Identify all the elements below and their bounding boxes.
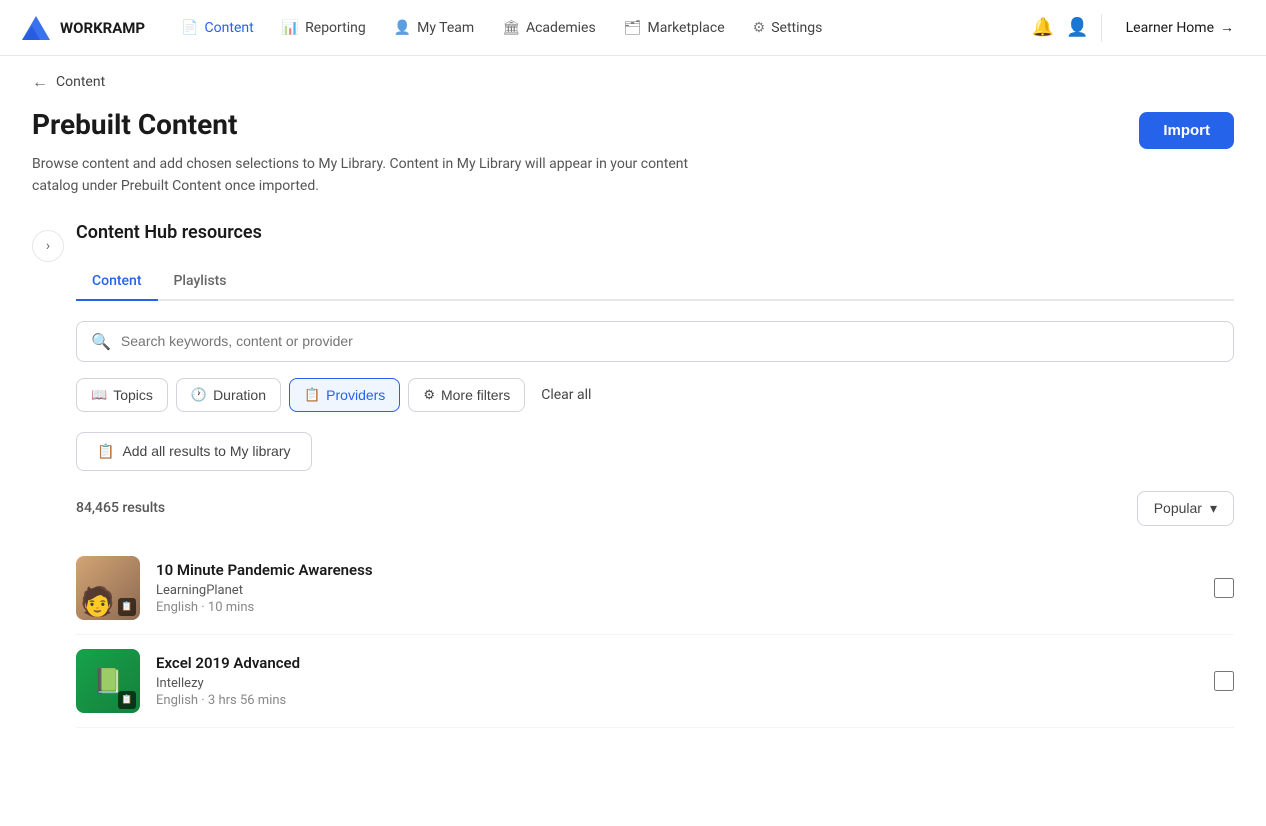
learner-home-arrow-icon: → [1220, 19, 1234, 36]
app-name: WORKRAMP [60, 19, 145, 37]
nav-right: 🔔 👤 Learner Home → [1032, 13, 1246, 42]
topics-icon: 📖 [91, 387, 107, 403]
content-panel: › Content Hub resources Content Playlist… [32, 222, 1234, 728]
content-language: English [156, 693, 198, 708]
nav-item-academies[interactable]: 🏛 Academies [490, 14, 608, 42]
content-meta: English · 3 hrs 56 mins [156, 693, 1198, 708]
learner-home-link[interactable]: Learner Home → [1114, 13, 1246, 42]
filter-duration-label: Duration [213, 387, 266, 403]
content-language: English [156, 600, 198, 615]
filter-providers-label: Providers [326, 387, 385, 403]
results-count: 84,465 results [76, 500, 165, 516]
content-thumbnail: 🧑 📋 [76, 556, 140, 620]
results-header: 84,465 results Popular ▾ [76, 491, 1234, 526]
nav-item-my-team[interactable]: 👤 My Team [382, 14, 486, 42]
content-info: Excel 2019 Advanced Intellezy English · … [156, 654, 1198, 708]
main-content: Prebuilt Content Browse content and add … [0, 108, 1266, 760]
add-all-button[interactable]: 📋 Add all results to My library [76, 432, 312, 471]
sidebar-toggle-button[interactable]: › [32, 230, 64, 262]
sort-chevron-icon: ▾ [1210, 500, 1217, 517]
thumb-overlay-icon: 📋 [118, 598, 136, 616]
nav-item-content-label: Content [205, 20, 254, 36]
settings-icon: ⚙ [753, 20, 766, 36]
content-icon: 📄 [181, 20, 198, 36]
content-provider: Intellezy [156, 676, 1198, 691]
logo[interactable]: WORKRAMP [20, 12, 145, 44]
academies-icon: 🏛 [502, 20, 520, 36]
content-thumbnail: 📗 📋 [76, 649, 140, 713]
content-title[interactable]: Excel 2019 Advanced [156, 654, 1198, 672]
nav-item-academies-label: Academies [526, 20, 596, 36]
filter-topics-button[interactable]: 📖 Topics [76, 378, 168, 412]
duration-icon: 🕐 [191, 387, 207, 403]
content-duration: 3 hrs 56 mins [208, 693, 286, 708]
content-duration: 10 mins [208, 600, 254, 615]
thumb-person-image: 🧑 [80, 585, 115, 618]
page-header: Prebuilt Content Browse content and add … [32, 108, 1234, 198]
breadcrumb-back-button[interactable]: ← [32, 72, 48, 92]
section-title: Content Hub resources [76, 222, 1234, 243]
navbar: WORKRAMP 📄 Content 📊 Reporting 👤 My Team… [0, 0, 1266, 56]
add-all-icon: 📋 [97, 443, 114, 460]
page-title: Prebuilt Content [32, 108, 692, 141]
import-button[interactable]: Import [1139, 112, 1234, 149]
more-filters-icon: ⚙ [423, 387, 435, 403]
marketplace-icon: 🗂 [624, 20, 642, 36]
content-title[interactable]: 10 Minute Pandemic Awareness [156, 561, 1198, 579]
tabs: Content Playlists [76, 263, 1234, 301]
providers-icon: 📋 [304, 387, 320, 403]
filters-bar: 📖 Topics 🕐 Duration 📋 Providers ⚙ More f… [76, 378, 1234, 412]
nav-item-my-team-label: My Team [417, 20, 474, 36]
nav-items: 📄 Content 📊 Reporting 👤 My Team 🏛 Academ… [169, 14, 1024, 42]
nav-item-content[interactable]: 📄 Content [169, 14, 266, 42]
nav-divider [1101, 14, 1102, 42]
clear-all-button[interactable]: Clear all [537, 379, 595, 411]
learner-home-label: Learner Home [1126, 20, 1214, 36]
list-item: 📗 📋 Excel 2019 Advanced Intellezy Englis… [76, 635, 1234, 728]
content-item-checkbox[interactable] [1214, 578, 1234, 598]
filter-providers-button[interactable]: 📋 Providers [289, 378, 400, 412]
content-provider: LearningPlanet [156, 583, 1198, 598]
nav-item-reporting-label: Reporting [305, 20, 366, 36]
page-description: Browse content and add chosen selections… [32, 153, 692, 198]
sort-button[interactable]: Popular ▾ [1137, 491, 1234, 526]
nav-item-settings-label: Settings [771, 20, 822, 36]
nav-item-settings[interactable]: ⚙ Settings [741, 14, 835, 42]
filter-duration-button[interactable]: 🕐 Duration [176, 378, 281, 412]
nav-item-marketplace[interactable]: 🗂 Marketplace [612, 14, 737, 42]
search-icon: 🔍 [91, 332, 111, 351]
reporting-icon: 📊 [282, 20, 299, 36]
filter-topics-label: Topics [113, 387, 153, 403]
tab-playlists[interactable]: Playlists [158, 263, 243, 301]
breadcrumb: ← Content [0, 56, 1266, 108]
tab-content[interactable]: Content [76, 263, 158, 301]
search-input[interactable] [121, 333, 1219, 349]
filter-more-button[interactable]: ⚙ More filters [408, 378, 525, 412]
filter-more-label: More filters [441, 387, 510, 403]
sort-label: Popular [1154, 500, 1202, 516]
meta-separator: · [201, 693, 208, 708]
add-all-label: Add all results to My library [122, 443, 290, 459]
breadcrumb-content-link[interactable]: Content [56, 74, 105, 90]
list-item: 🧑 📋 10 Minute Pandemic Awareness Learnin… [76, 542, 1234, 635]
user-profile-icon[interactable]: 👤 [1066, 17, 1088, 38]
nav-item-reporting[interactable]: 📊 Reporting [270, 14, 378, 42]
content-list: 🧑 📋 10 Minute Pandemic Awareness Learnin… [76, 542, 1234, 728]
content-item-checkbox[interactable] [1214, 671, 1234, 691]
notifications-bell-icon[interactable]: 🔔 [1032, 17, 1054, 38]
content-info: 10 Minute Pandemic Awareness LearningPla… [156, 561, 1198, 615]
page-header-text: Prebuilt Content Browse content and add … [32, 108, 692, 198]
content-meta: English · 10 mins [156, 600, 1198, 615]
meta-separator: · [201, 600, 208, 615]
nav-item-marketplace-label: Marketplace [647, 20, 724, 36]
thumb-overlay-icon: 📋 [118, 691, 136, 709]
my-team-icon: 👤 [394, 20, 411, 36]
content-area: Content Hub resources Content Playlists … [76, 222, 1234, 728]
search-bar: 🔍 [76, 321, 1234, 362]
